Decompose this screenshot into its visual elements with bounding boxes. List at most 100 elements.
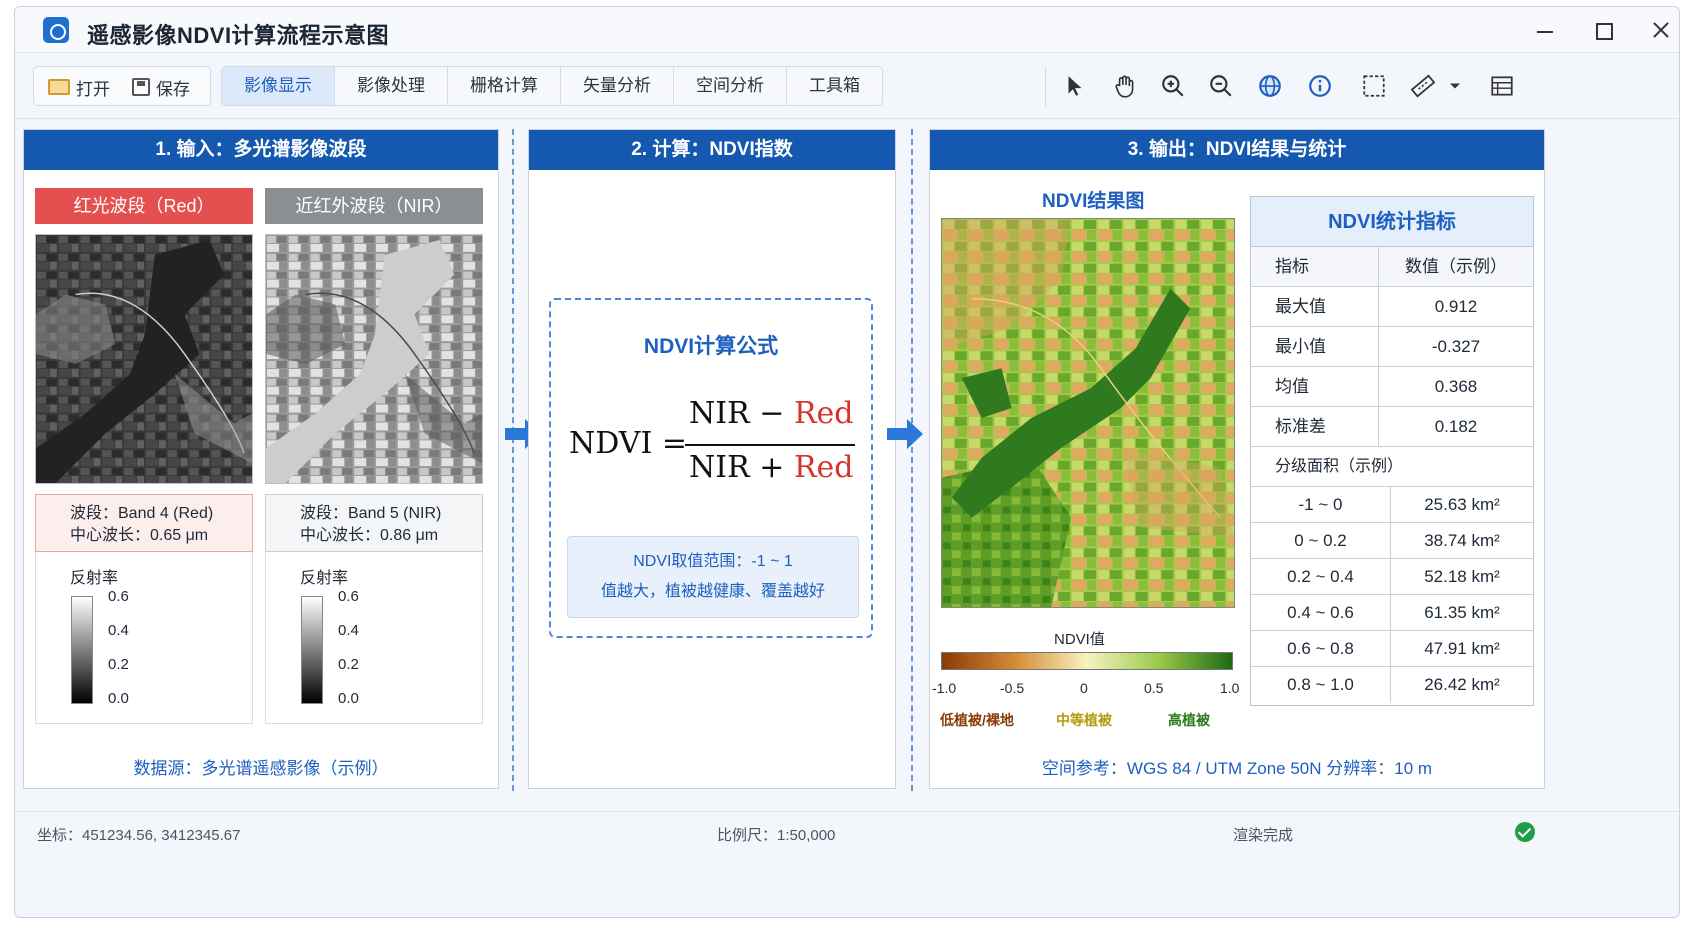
table-row: 0.4 ~ 0.6 61.35 km² bbox=[1251, 595, 1533, 631]
red-band-label: 红光波段（Red） bbox=[35, 188, 253, 224]
app-window: 遥感影像NDVI计算流程示意图 打开 保存 影像显示 影像处理 栅格计算 矢量分… bbox=[14, 6, 1680, 918]
red-band-wavelength: 中心波长：0.65 μm bbox=[70, 527, 209, 544]
table-row: 0 ~ 0.2 38.74 km² bbox=[1251, 523, 1533, 559]
table-row: 标准差 0.182 bbox=[1251, 407, 1533, 447]
class-low-vegetation: 低植被/裸地 bbox=[940, 712, 1014, 728]
coordinate-readout: 坐标：451234.56, 3412345.67 bbox=[37, 827, 241, 844]
red-band-image[interactable] bbox=[35, 234, 253, 484]
ndvi-legend-tick: 0.5 bbox=[1144, 680, 1164, 696]
nir-band-image[interactable] bbox=[265, 234, 483, 484]
measure-ruler-icon[interactable] bbox=[1408, 71, 1438, 101]
calculation-panel: 2. 计算：NDVI指数 NDVI计算公式 NDVI = NIR − Red N… bbox=[528, 129, 896, 789]
select-rect-icon[interactable] bbox=[1359, 71, 1389, 101]
flow-divider bbox=[512, 129, 514, 791]
area-range: 0.8 ~ 1.0 bbox=[1251, 667, 1391, 703]
ndvi-result-map[interactable] bbox=[941, 218, 1235, 608]
formula-title: NDVI计算公式 bbox=[643, 335, 779, 358]
ndvi-legend-tick: -1.0 bbox=[932, 680, 957, 696]
calculation-panel-title: 2. 计算：NDVI指数 bbox=[529, 130, 895, 170]
nir-refl-tick: 0.6 bbox=[338, 588, 359, 605]
area-range: 0.2 ~ 0.4 bbox=[1251, 559, 1391, 594]
nir-refl-tick: 0.4 bbox=[338, 622, 359, 639]
red-refl-tick: 0.6 bbox=[108, 588, 129, 605]
check-circle-icon bbox=[1515, 822, 1535, 842]
toolbar: 打开 保存 影像显示 影像处理 栅格计算 矢量分析 空间分析 工具箱 bbox=[15, 53, 1679, 119]
file-button-group: 打开 保存 bbox=[33, 66, 211, 106]
title-bar: 遥感影像NDVI计算流程示意图 bbox=[15, 7, 1679, 53]
zoom-out-icon[interactable] bbox=[1206, 71, 1236, 101]
table-row: 0.2 ~ 0.4 52.18 km² bbox=[1251, 559, 1533, 595]
minimize-icon[interactable] bbox=[1525, 15, 1565, 45]
flow-divider bbox=[911, 129, 913, 791]
formula-nir: NIR bbox=[689, 396, 750, 431]
ndvi-stats-table: NDVI统计指标 指标 数值（示例） 最大值 0.912 最小值 -0.327 … bbox=[1250, 196, 1534, 706]
stat-value: 0.912 bbox=[1434, 297, 1478, 316]
open-button[interactable]: 打开 bbox=[48, 75, 110, 99]
table-row: -1 ~ 0 25.63 km² bbox=[1251, 487, 1533, 523]
red-reflectance-title: 反射率 bbox=[70, 570, 119, 587]
stat-name: 最大值 bbox=[1251, 287, 1379, 326]
pan-hand-icon[interactable] bbox=[1110, 71, 1140, 101]
area-value: 26.42 km² bbox=[1424, 675, 1500, 694]
nir-refl-tick: 0.0 bbox=[338, 690, 359, 707]
area-value: 52.18 km² bbox=[1424, 567, 1500, 586]
output-panel-title: 3. 输出：NDVI结果与统计 bbox=[930, 130, 1544, 170]
area-value: 47.91 km² bbox=[1424, 639, 1500, 658]
nir-band-label: 近红外波段（NIR） bbox=[265, 188, 483, 224]
formula-box: NDVI计算公式 NDVI = NIR − Red NIR + Red NDVI… bbox=[549, 298, 873, 638]
formula-plus: + bbox=[759, 450, 785, 485]
save-floppy-icon bbox=[132, 78, 150, 96]
ndvi-legend-tick: 0 bbox=[1080, 680, 1088, 696]
globe-icon[interactable] bbox=[1255, 71, 1285, 101]
stat-value: 0.182 bbox=[1434, 417, 1478, 436]
close-icon[interactable] bbox=[1641, 15, 1679, 45]
render-status: 渲染完成 bbox=[1233, 827, 1294, 844]
formula-lhs: NDVI = bbox=[569, 426, 687, 461]
info-icon[interactable] bbox=[1305, 71, 1335, 101]
formula-denominator: NIR + Red bbox=[689, 450, 853, 485]
formula-nir: NIR bbox=[689, 450, 750, 485]
stat-value: -0.327 bbox=[1431, 337, 1481, 356]
output-panel: 3. 输出：NDVI结果与统计 NDVI结果图 NDVI值 -1.0 -0.5 … bbox=[929, 129, 1545, 789]
attribute-table-icon[interactable] bbox=[1487, 71, 1517, 101]
pointer-icon[interactable] bbox=[1060, 71, 1090, 101]
red-refl-tick: 0.0 bbox=[108, 690, 129, 707]
tab-image-processing[interactable]: 影像处理 bbox=[335, 67, 448, 105]
ndvi-color-ramp bbox=[941, 652, 1233, 670]
tab-vector-analysis[interactable]: 矢量分析 bbox=[561, 67, 674, 105]
red-band-number: 波段：Band 4 (Red) bbox=[70, 505, 214, 522]
menu-tabs: 影像显示 影像处理 栅格计算 矢量分析 空间分析 工具箱 bbox=[221, 66, 883, 106]
scale-readout: 比例尺：1:50,000 bbox=[717, 827, 836, 844]
area-range: -1 ~ 0 bbox=[1251, 487, 1391, 522]
formula-numerator: NIR − Red bbox=[689, 396, 853, 431]
tab-raster-calculation[interactable]: 栅格计算 bbox=[448, 67, 561, 105]
class-medium-vegetation: 中等植被 bbox=[1056, 712, 1112, 728]
input-panel: 1. 输入：多光谱影像波段 红光波段（Red） 近红外波段（NIR） 波段：Ba… bbox=[23, 129, 499, 789]
status-bar: 坐标：451234.56, 3412345.67 比例尺：1:50,000 渲染… bbox=[15, 811, 1679, 851]
fraction-line bbox=[685, 444, 855, 446]
save-button[interactable]: 保存 bbox=[132, 75, 190, 99]
open-button-label: 打开 bbox=[76, 79, 110, 99]
zoom-in-icon[interactable] bbox=[1158, 71, 1188, 101]
folder-open-icon bbox=[48, 79, 70, 95]
table-row: 最大值 0.912 bbox=[1251, 287, 1533, 327]
window-title: 遥感影像NDVI计算流程示意图 bbox=[87, 23, 390, 48]
area-range: 0 ~ 0.2 bbox=[1251, 523, 1391, 558]
ndvi-legend-tick: -0.5 bbox=[1000, 680, 1025, 696]
area-value: 61.35 km² bbox=[1424, 603, 1500, 622]
tab-spatial-analysis[interactable]: 空间分析 bbox=[674, 67, 787, 105]
dropdown-chevron-icon[interactable] bbox=[1445, 71, 1465, 101]
tab-toolbox[interactable]: 工具箱 bbox=[787, 67, 882, 105]
area-range: 0.4 ~ 0.6 bbox=[1251, 595, 1391, 630]
stat-name: 均值 bbox=[1251, 367, 1379, 406]
ndvi-range: NDVI取值范围：-1 ~ 1 bbox=[633, 553, 793, 570]
tab-image-display[interactable]: 影像显示 bbox=[222, 67, 335, 105]
table-row: 0.6 ~ 0.8 47.91 km² bbox=[1251, 631, 1533, 667]
nir-reflectance-gradient bbox=[301, 596, 323, 704]
stat-name: 最小值 bbox=[1251, 327, 1379, 366]
maximize-icon[interactable] bbox=[1583, 15, 1623, 45]
area-range: 0.6 ~ 0.8 bbox=[1251, 631, 1391, 666]
red-reflectance-legend: 反射率 0.6 0.4 0.2 0.0 bbox=[35, 552, 253, 724]
stat-value: 0.368 bbox=[1434, 377, 1478, 396]
class-high-vegetation: 高植被 bbox=[1168, 712, 1210, 728]
